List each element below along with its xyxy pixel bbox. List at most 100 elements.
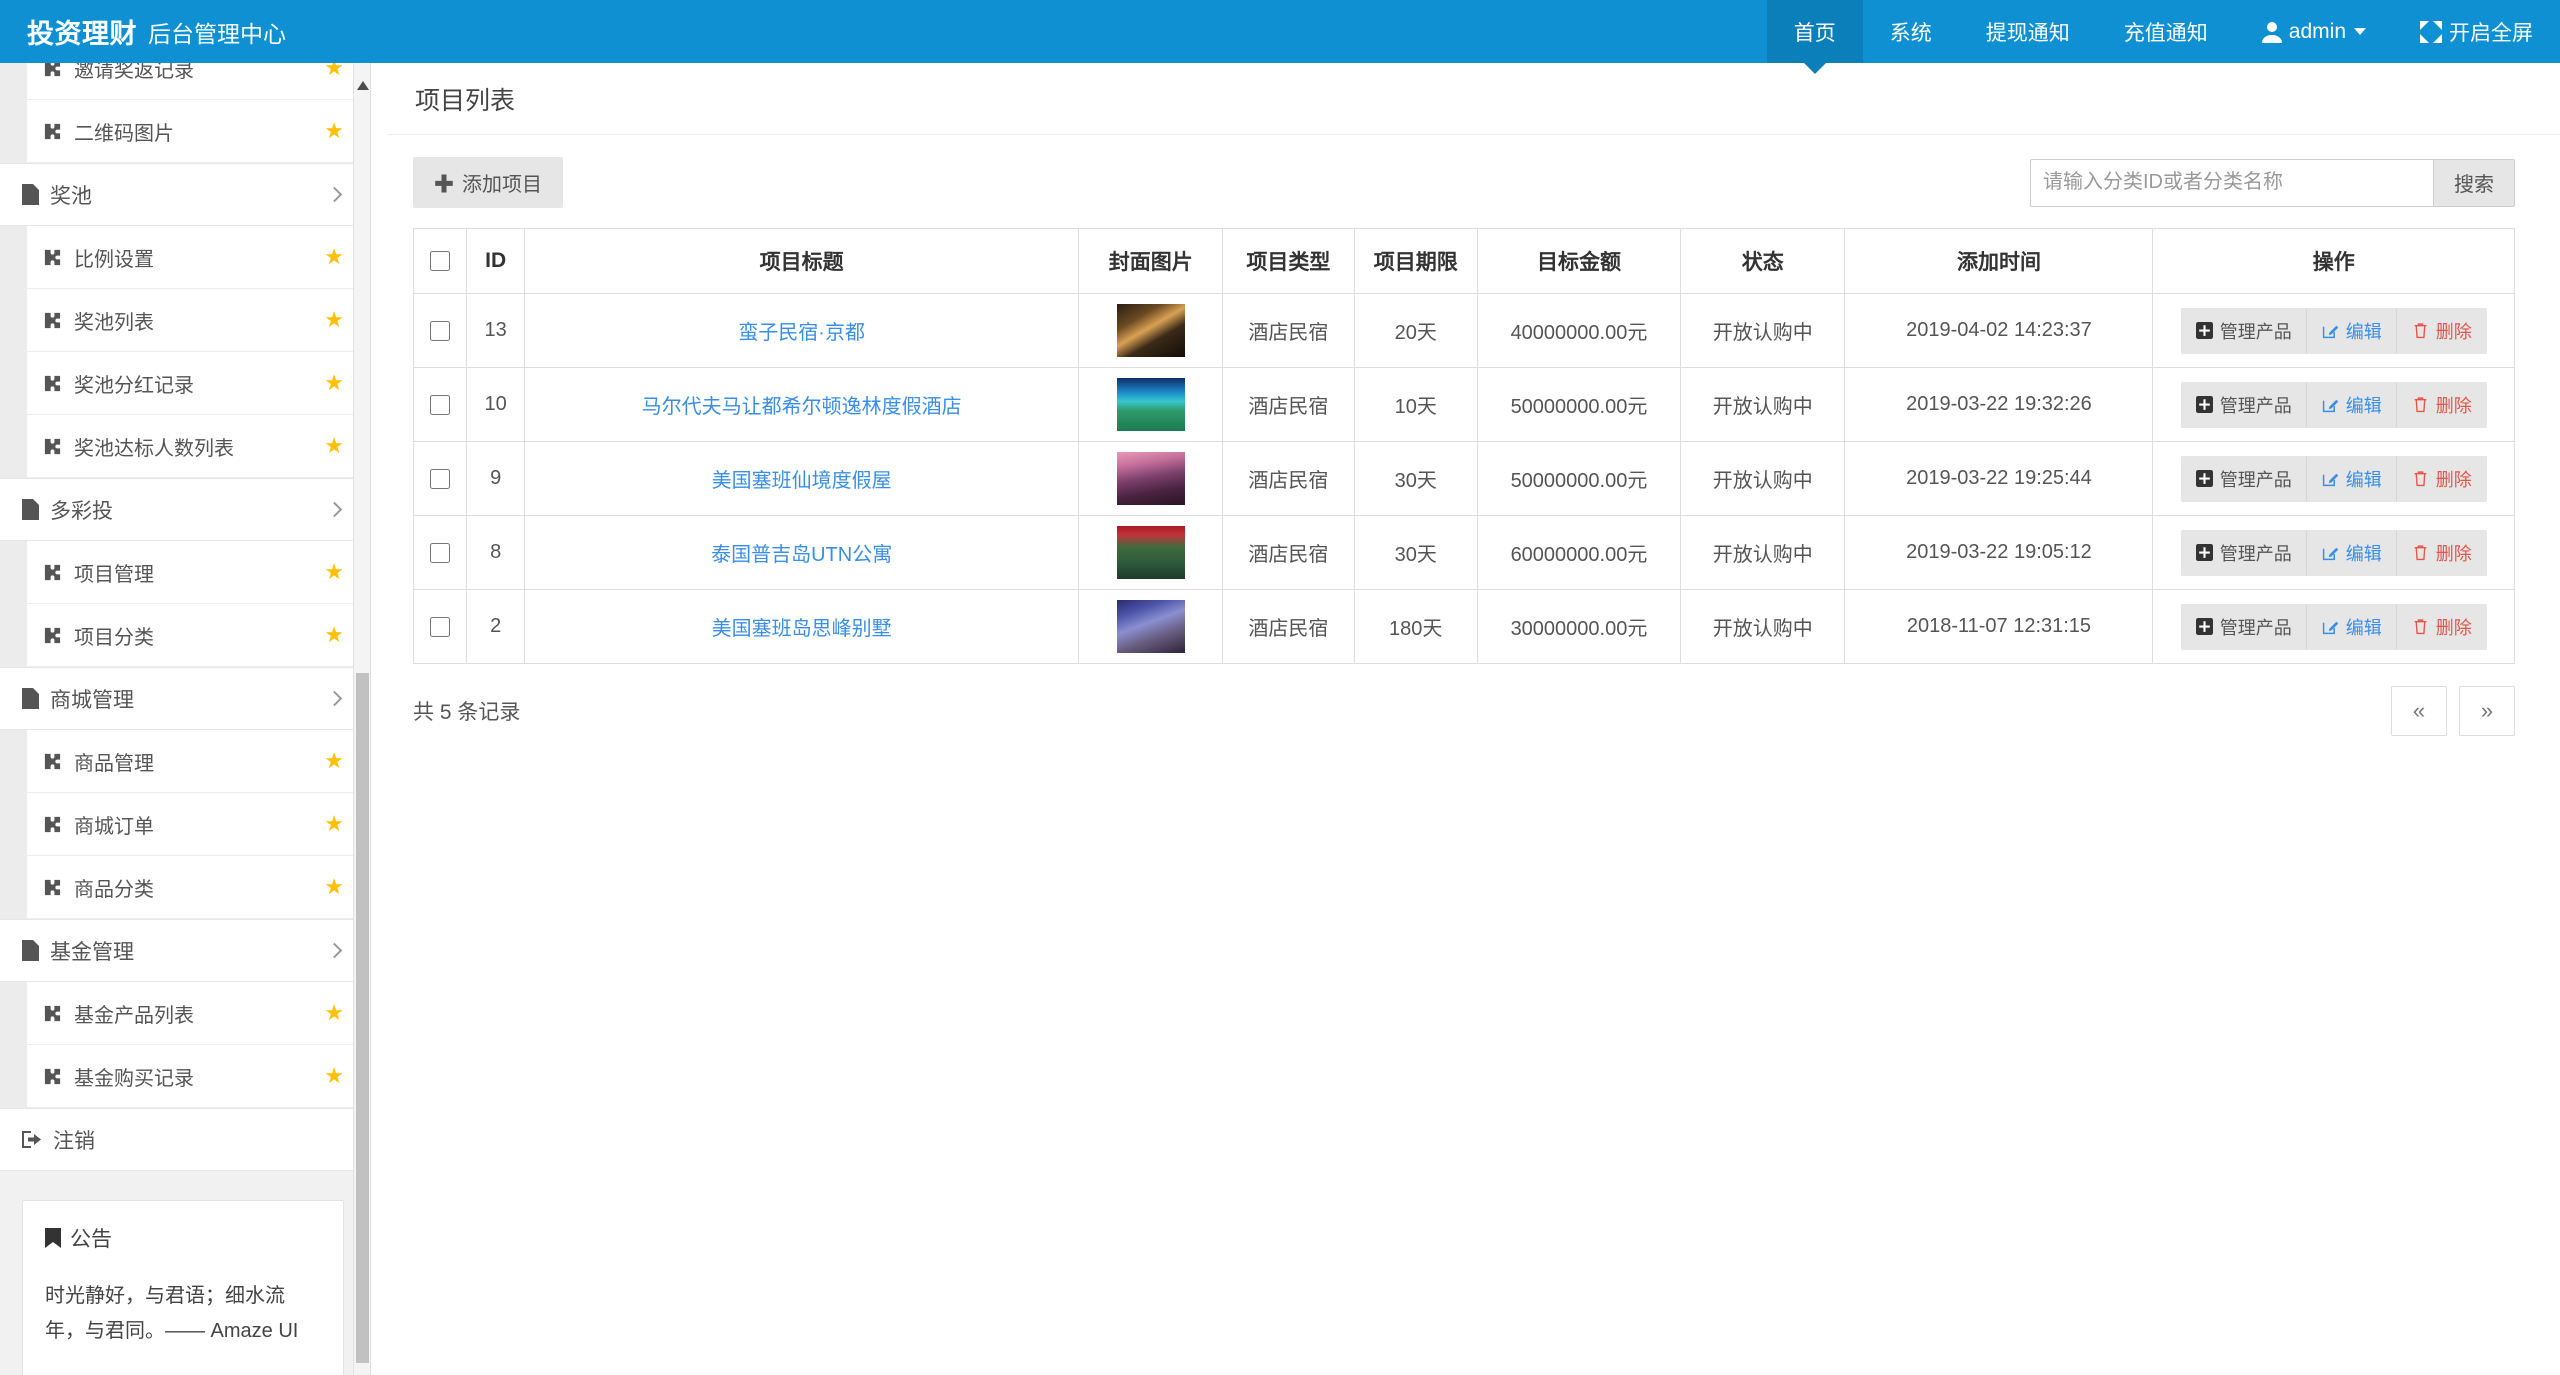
star-icon[interactable]: ★ [324,750,344,772]
topnav-item-system[interactable]: 系统 [1863,0,1959,63]
add-project-button[interactable]: ✚ 添加项目 [413,157,563,208]
cover-thumbnail[interactable] [1117,378,1185,431]
delete-button[interactable]: 删除 [2397,382,2487,428]
sidebar-group-mall-management[interactable]: 商城管理 [0,667,371,730]
row-checkbox[interactable] [430,617,450,637]
star-icon[interactable]: ★ [324,813,344,835]
sidebar-item-product-management[interactable]: 商品管理 ★ [27,730,371,793]
cell-status: 开放认购中 [1681,294,1845,368]
star-icon[interactable]: ★ [324,876,344,898]
table-row[interactable]: 9 美国塞班仙境度假屋 酒店民宿 30天 50000000.00元 开放认购中 … [414,442,2515,516]
sidebar-group-duocaitou[interactable]: 多彩投 [0,478,371,541]
sidebar-group-fund-management[interactable]: 基金管理 [0,919,371,982]
star-icon[interactable]: ★ [324,561,344,583]
cell-operations: 管理产品 编辑 删除 [2153,590,2515,664]
edit-button[interactable]: 编辑 [2307,308,2397,354]
delete-button[interactable]: 删除 [2397,530,2487,576]
sidebar-item-prize-pool-list[interactable]: 奖池列表 ★ [27,289,371,352]
star-icon[interactable]: ★ [324,1002,344,1024]
sidebar-item-prize-pool-dividend-records[interactable]: 奖池分红记录 ★ [27,352,371,415]
manage-product-button[interactable]: 管理产品 [2181,382,2307,428]
search-button[interactable]: 搜索 [2433,159,2515,207]
sidebar-scrollbar-thumb[interactable] [356,673,369,1363]
sidebar-item-product-category[interactable]: 商品分类 ★ [27,856,371,919]
cell-title: 马尔代夫马让都希尔顿逸林度假酒店 [524,368,1079,442]
row-checkbox[interactable] [430,543,450,563]
sidebar-item-project-management[interactable]: 项目管理 ★ [27,541,371,604]
sidebar-item-qrcode-image[interactable]: 二维码图片 ★ [27,100,371,163]
sidebar-item-mall-orders[interactable]: 商城订单 ★ [27,793,371,856]
sidebar-label-product-category: 商品分类 [74,873,324,902]
cover-thumbnail[interactable] [1117,452,1185,505]
topnav-item-recharge-notice[interactable]: 充值通知 [2097,0,2235,63]
row-checkbox[interactable] [430,321,450,341]
announcement-text: 时光静好，与君语；细水流年，与君同。—— Amaze UI [45,1279,321,1349]
scroll-up-arrow-icon[interactable] [357,81,369,90]
edit-button[interactable]: 编辑 [2307,604,2397,650]
sidebar-item-prize-pool-qualified-count-list[interactable]: 奖池达标人数列表 ★ [27,415,371,478]
sidebar-item-fund-purchase-records[interactable]: 基金购买记录 ★ [27,1045,371,1108]
edit-button[interactable]: 编辑 [2307,530,2397,576]
chevron-down-icon [2354,28,2366,35]
sidebar-item-project-category[interactable]: 项目分类 ★ [27,604,371,667]
cell-time: 2019-03-22 19:32:26 [1845,368,2153,442]
cell-cover [1079,442,1223,516]
edit-button[interactable]: 编辑 [2307,382,2397,428]
row-actions: 管理产品 编辑 删除 [2181,604,2487,650]
sidebar-group-prize-pool[interactable]: 奖池 [0,163,371,226]
project-title-link[interactable]: 马尔代夫马让都希尔顿逸林度假酒店 [642,396,962,418]
cover-thumbnail[interactable] [1117,304,1185,357]
sidebar-scrollbar[interactable] [353,63,370,1375]
puzzle-icon [43,122,62,141]
table-row[interactable]: 10 马尔代夫马让都希尔顿逸林度假酒店 酒店民宿 10天 50000000.00… [414,368,2515,442]
sidebar-label-project-management: 项目管理 [74,558,324,587]
project-title-link[interactable]: 泰国普吉岛UTN公寓 [711,544,892,566]
topnav-item-fullscreen[interactable]: 开启全屏 [2393,0,2560,63]
search-input[interactable] [2030,159,2433,207]
table-row[interactable]: 8 泰国普吉岛UTN公寓 酒店民宿 30天 60000000.00元 开放认购中… [414,516,2515,590]
table-row[interactable]: 2 美国塞班岛思峰别墅 酒店民宿 180天 30000000.00元 开放认购中… [414,590,2515,664]
row-checkbox[interactable] [430,469,450,489]
star-icon[interactable]: ★ [324,246,344,268]
manage-product-button[interactable]: 管理产品 [2181,456,2307,502]
cell-time: 2019-04-02 14:23:37 [1845,294,2153,368]
manage-product-button[interactable]: 管理产品 [2181,308,2307,354]
project-title-link[interactable]: 美国塞班岛思峰别墅 [712,618,892,640]
star-icon[interactable]: ★ [324,120,344,142]
cell-amount: 50000000.00元 [1477,368,1680,442]
star-icon[interactable]: ★ [324,309,344,331]
delete-button[interactable]: 删除 [2397,604,2487,650]
puzzle-icon [43,1004,62,1023]
star-icon[interactable]: ★ [324,372,344,394]
star-icon[interactable]: ★ [324,624,344,646]
pagination-prev-button[interactable]: « [2391,686,2447,736]
topnav-item-user-menu[interactable]: admin [2235,0,2393,63]
manage-product-button[interactable]: 管理产品 [2181,530,2307,576]
edit-button[interactable]: 编辑 [2307,456,2397,502]
search-button-label: 搜索 [2454,168,2494,197]
star-icon[interactable]: ★ [324,435,344,457]
pagination-next-button[interactable]: » [2459,686,2515,736]
sidebar-item-ratio-settings[interactable]: 比例设置 ★ [27,226,371,289]
row-actions: 管理产品 编辑 删除 [2181,456,2487,502]
star-icon[interactable]: ★ [324,63,344,79]
topnav-item-home[interactable]: 首页 [1767,0,1863,63]
brand-logo[interactable]: 投资理财 后台管理中心 [0,0,286,63]
cover-thumbnail[interactable] [1117,526,1185,579]
star-icon[interactable]: ★ [324,1065,344,1087]
manage-product-button[interactable]: 管理产品 [2181,604,2307,650]
manage-product-label: 管理产品 [2220,466,2292,492]
sidebar-item-fund-product-list[interactable]: 基金产品列表 ★ [27,982,371,1045]
delete-button[interactable]: 删除 [2397,308,2487,354]
table-row[interactable]: 13 蛮子民宿·京都 酒店民宿 20天 40000000.00元 开放认购中 2… [414,294,2515,368]
cover-thumbnail[interactable] [1117,600,1185,653]
row-checkbox[interactable] [430,395,450,415]
delete-button[interactable]: 删除 [2397,456,2487,502]
topnav-item-withdraw-notice[interactable]: 提现通知 [1959,0,2097,63]
project-title-link[interactable]: 美国塞班仙境度假屋 [712,470,892,492]
sidebar-item-logout[interactable]: 注销 [0,1108,371,1171]
plus-icon: ✚ [434,168,454,197]
sidebar-item-invite-reward-records[interactable]: 邀请奖返记录 ★ [27,63,371,100]
project-title-link[interactable]: 蛮子民宿·京都 [738,322,865,344]
select-all-checkbox[interactable] [430,251,450,271]
